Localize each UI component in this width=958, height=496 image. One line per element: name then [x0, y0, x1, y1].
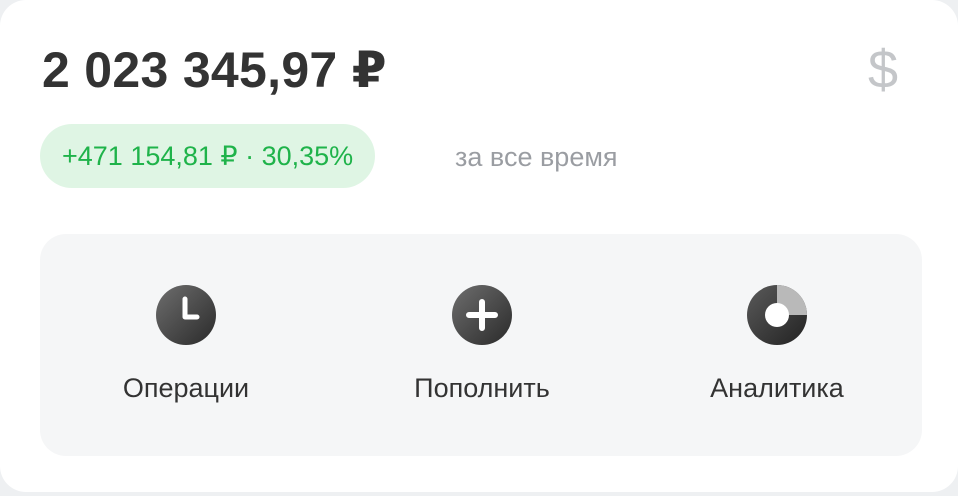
clock-icon — [156, 285, 216, 345]
plus-icon — [452, 285, 512, 345]
analytics-button[interactable]: Аналитика — [657, 234, 897, 456]
currency-switch-button[interactable]: $ — [860, 38, 906, 102]
operations-label: Операции — [122, 373, 250, 403]
portfolio-card: 2 023 345,97 ₽ $ +471 154,81 ₽ · 30,35% … — [0, 0, 958, 492]
top-up-button[interactable]: Пополнить — [362, 234, 602, 456]
dollar-icon: $ — [867, 40, 899, 100]
operations-button[interactable]: Операции — [66, 234, 306, 456]
analytics-label: Аналитика — [710, 373, 844, 403]
quick-actions-panel: Операции Пополнить Аналитика — [40, 234, 922, 456]
donut-chart-icon — [747, 285, 807, 345]
profit-period-label[interactable]: за все время — [455, 124, 618, 190]
profit-badge: +471 154,81 ₽ · 30,35% — [40, 124, 376, 188]
portfolio-balance: 2 023 345,97 ₽ — [42, 42, 387, 98]
top-up-label: Пополнить — [414, 373, 550, 403]
